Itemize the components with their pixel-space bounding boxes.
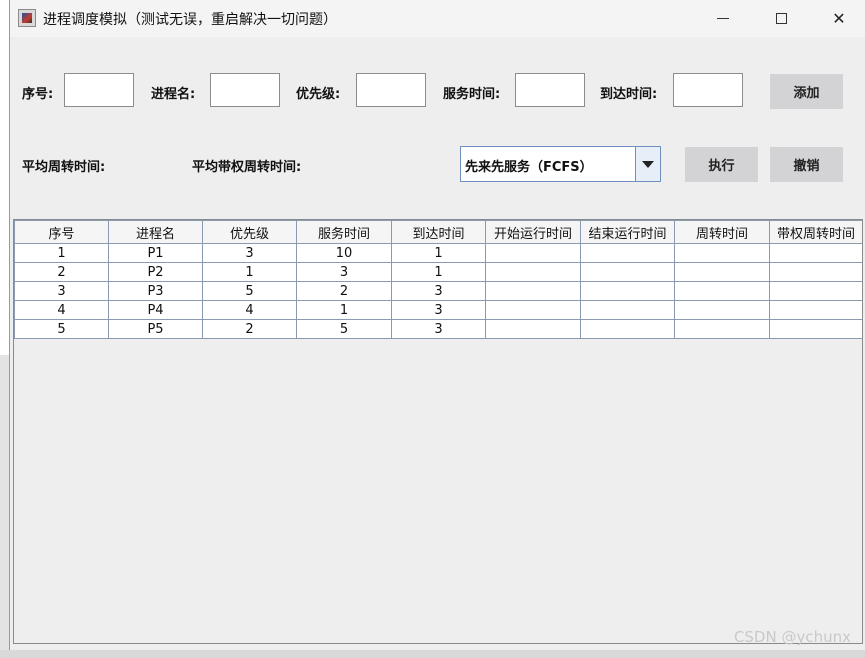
table-cell[interactable] <box>485 262 581 282</box>
table-cell[interactable]: 3 <box>391 300 486 320</box>
avg-turnaround-label: 平均周转时间: <box>22 160 106 175</box>
process-name-input[interactable] <box>210 73 280 107</box>
table-cell[interactable]: 1 <box>296 300 392 320</box>
maximize-button[interactable] <box>758 0 804 37</box>
column-header-weighted-turnaround[interactable]: 带权周转时间 <box>769 220 862 244</box>
table-cell[interactable]: 1 <box>202 262 297 282</box>
avg-weighted-turnaround-label: 平均带权周转时间: <box>192 160 302 175</box>
table-cell[interactable]: 1 <box>14 243 109 263</box>
minimize-icon <box>717 18 729 19</box>
table-cell[interactable]: 3 <box>14 281 109 301</box>
chevron-down-icon <box>642 160 654 168</box>
maximize-icon <box>775 13 787 24</box>
priority-label: 优先级: <box>296 87 341 102</box>
java-cup-icon <box>18 9 36 27</box>
table-cell[interactable] <box>674 262 770 282</box>
table-cell[interactable]: P3 <box>108 281 203 301</box>
process-name-label: 进程名: <box>151 87 196 102</box>
table-cell[interactable]: 1 <box>391 243 486 263</box>
table-cell[interactable] <box>580 300 675 320</box>
process-table[interactable]: 序号 进程名 优先级 服务时间 到达时间 开始运行时间 结束运行时间 周转时间 … <box>14 220 862 339</box>
algorithm-select[interactable]: 先来先服务（FCFS） <box>460 146 661 182</box>
close-icon: ✕ <box>832 9 846 28</box>
table-cell[interactable]: 4 <box>14 300 109 320</box>
column-header-priority[interactable]: 优先级 <box>202 220 297 244</box>
table-cell[interactable] <box>674 243 770 263</box>
table-cell[interactable]: 3 <box>391 281 486 301</box>
table-cell[interactable] <box>580 243 675 263</box>
service-time-label: 服务时间: <box>443 87 501 102</box>
service-time-input[interactable] <box>515 73 585 107</box>
table-header-row: 序号 进程名 优先级 服务时间 到达时间 开始运行时间 结束运行时间 周转时间 … <box>14 220 862 244</box>
table-cell[interactable]: 5 <box>14 319 109 339</box>
column-header-id[interactable]: 序号 <box>14 220 109 244</box>
minimize-button[interactable] <box>700 0 746 37</box>
table-cell[interactable]: P1 <box>108 243 203 263</box>
dropdown-button[interactable] <box>635 147 660 181</box>
undo-button[interactable]: 撤销 <box>770 147 843 182</box>
taskbar-edge <box>0 650 865 658</box>
add-button[interactable]: 添加 <box>770 74 843 109</box>
background-shade <box>0 355 9 658</box>
table-cell[interactable] <box>769 243 862 263</box>
table-cell[interactable]: 2 <box>14 262 109 282</box>
window-title: 进程调度模拟（测试无误，重启解决一切问题） <box>43 12 337 28</box>
priority-input[interactable] <box>356 73 426 107</box>
arrival-time-input[interactable] <box>673 73 743 107</box>
column-header-process-name[interactable]: 进程名 <box>108 220 203 244</box>
table-cell[interactable] <box>769 281 862 301</box>
table-row[interactable]: 3 P3 5 2 3 <box>14 281 862 301</box>
table-cell[interactable] <box>485 319 581 339</box>
table-cell[interactable] <box>580 262 675 282</box>
table-cell[interactable]: P2 <box>108 262 203 282</box>
table-cell[interactable] <box>580 319 675 339</box>
column-header-turnaround[interactable]: 周转时间 <box>674 220 770 244</box>
arrival-time-label: 到达时间: <box>600 87 658 102</box>
watermark: CSDN @ychunx <box>733 628 851 646</box>
table-cell[interactable] <box>769 300 862 320</box>
table-cell[interactable] <box>485 300 581 320</box>
process-table-scrollpane[interactable]: 序号 进程名 优先级 服务时间 到达时间 开始运行时间 结束运行时间 周转时间 … <box>13 219 863 644</box>
table-cell[interactable] <box>485 243 581 263</box>
table-cell[interactable]: 2 <box>202 319 297 339</box>
table-cell[interactable]: 3 <box>296 262 392 282</box>
table-cell[interactable] <box>769 262 862 282</box>
table-cell[interactable]: 3 <box>202 243 297 263</box>
table-cell[interactable]: 5 <box>202 281 297 301</box>
table-cell[interactable]: 4 <box>202 300 297 320</box>
column-header-start-time[interactable]: 开始运行时间 <box>485 220 581 244</box>
table-cell[interactable] <box>485 281 581 301</box>
app-window: 进程调度模拟（测试无误，重启解决一切问题） ✕ 序号: 进程名: 优先级: 服务… <box>9 0 865 658</box>
column-header-arrival-time[interactable]: 到达时间 <box>391 220 486 244</box>
table-cell[interactable]: 5 <box>296 319 392 339</box>
table-cell[interactable]: 3 <box>391 319 486 339</box>
table-row[interactable]: 1 P1 3 10 1 <box>14 243 862 263</box>
column-header-finish-time[interactable]: 结束运行时间 <box>580 220 675 244</box>
table-row[interactable]: 5 P5 2 5 3 <box>14 319 862 339</box>
table-cell[interactable] <box>674 319 770 339</box>
table-cell[interactable]: P5 <box>108 319 203 339</box>
title-bar: 进程调度模拟（测试无误，重启解决一切问题） ✕ <box>10 0 865 37</box>
table-cell[interactable] <box>769 319 862 339</box>
id-input[interactable] <box>64 73 134 107</box>
algorithm-selected-value: 先来先服务（FCFS） <box>465 160 593 175</box>
close-button[interactable]: ✕ <box>816 0 862 37</box>
table-row[interactable]: 2 P2 1 3 1 <box>14 262 862 282</box>
table-cell[interactable] <box>674 300 770 320</box>
column-header-service-time[interactable]: 服务时间 <box>296 220 392 244</box>
table-cell[interactable]: P4 <box>108 300 203 320</box>
id-label: 序号: <box>22 87 54 102</box>
table-row[interactable]: 4 P4 4 1 3 <box>14 300 862 320</box>
table-cell[interactable]: 2 <box>296 281 392 301</box>
table-cell[interactable] <box>674 281 770 301</box>
execute-button[interactable]: 执行 <box>685 147 758 182</box>
table-cell[interactable]: 10 <box>296 243 392 263</box>
table-cell[interactable] <box>580 281 675 301</box>
table-cell[interactable]: 1 <box>391 262 486 282</box>
